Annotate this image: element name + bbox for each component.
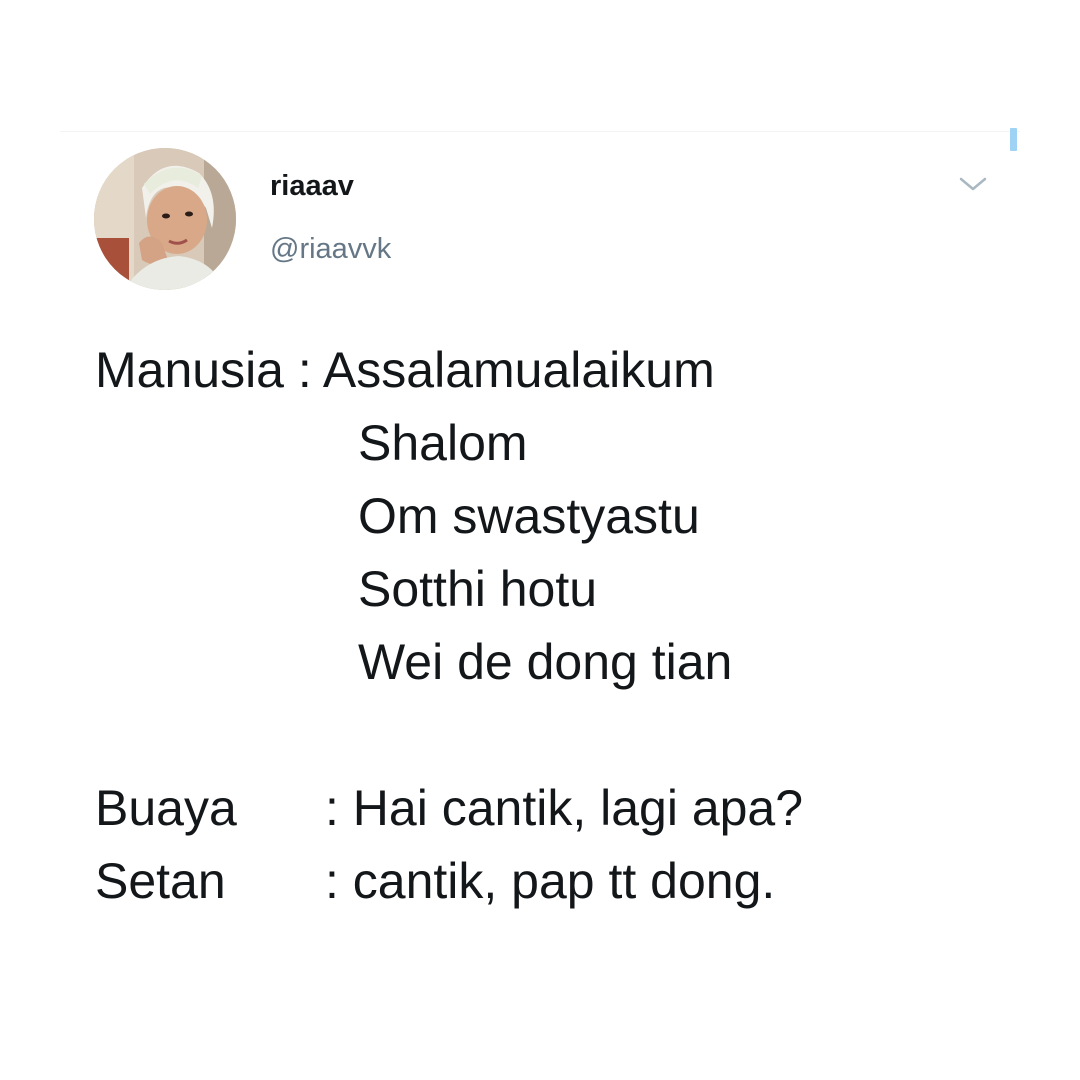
line-text: Wei de dong tian: [358, 634, 733, 690]
tweet-text: Manusia : Assalamualaikum Shalom Om swas…: [95, 334, 803, 918]
line-text: : Hai cantik, lagi apa?: [325, 780, 804, 836]
tweet-line: Shalom: [95, 407, 715, 480]
speaker-label: Setan: [95, 853, 226, 909]
line-text: Shalom: [358, 415, 528, 471]
tweet-line: Setan : cantik, pap tt dong.: [95, 845, 775, 918]
user-handle[interactable]: @riaavvk: [270, 233, 391, 266]
tweet-line: Om swastyastu: [95, 480, 715, 553]
speaker-label: Buaya: [95, 780, 237, 836]
scroll-indicator: [1010, 128, 1017, 151]
avatar[interactable]: [94, 148, 236, 290]
line-text: Assalamualaikum: [322, 342, 715, 398]
tweet-line: Wei de dong tian: [95, 626, 732, 699]
speaker-label: Manusia :: [95, 342, 312, 398]
display-name[interactable]: riaaav: [270, 170, 354, 203]
chevron-down-icon[interactable]: [958, 172, 988, 196]
line-text: Om swastyastu: [358, 488, 700, 544]
line-text: : cantik, pap tt dong.: [325, 853, 776, 909]
header-divider: [60, 131, 1020, 132]
tweet-line: Manusia : Assalamualaikum: [95, 334, 715, 407]
tweet-line: Sotthi hotu: [95, 553, 715, 626]
line-text: Sotthi hotu: [358, 561, 598, 617]
tweet-line: Buaya : Hai cantik, lagi apa?: [95, 772, 803, 845]
profile-photo-icon: [94, 148, 236, 290]
